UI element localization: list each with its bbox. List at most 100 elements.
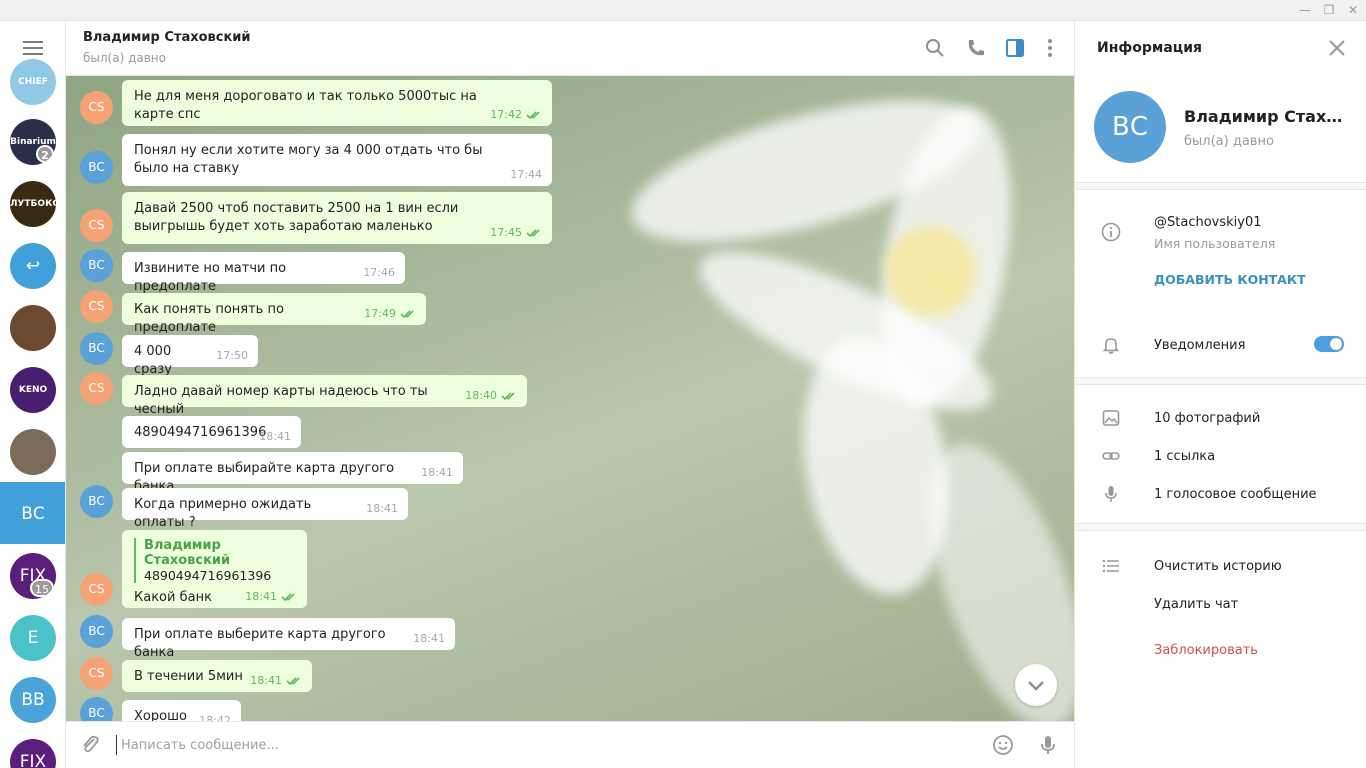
message-avatar[interactable]: ВС bbox=[80, 249, 113, 282]
message-input[interactable] bbox=[116, 735, 976, 755]
profile-name: Владимир Стаховский bbox=[1184, 107, 1349, 126]
links-link[interactable]: 1 ссылка bbox=[1154, 449, 1215, 464]
menu-icon[interactable] bbox=[23, 41, 43, 55]
chat-list-item-label: ↩ bbox=[25, 256, 41, 276]
message-avatar[interactable]: ВС bbox=[80, 332, 113, 365]
message-row: 4890494716961396 18:41 bbox=[66, 416, 1066, 448]
message-bubble[interactable]: При оплате выбирайте карта другого банка… bbox=[122, 452, 463, 494]
message-text: В течении 5мин bbox=[134, 669, 243, 684]
chat-list-item[interactable]: ЛУТБОКС bbox=[10, 181, 56, 227]
message-bubble[interactable]: Давай 2500 чтоб поставить 2500 на 1 вин … bbox=[122, 192, 552, 244]
chat-list-item[interactable]: E bbox=[10, 615, 56, 661]
message-avatar[interactable]: CS bbox=[80, 573, 113, 606]
maximize-button[interactable]: ❐ bbox=[1320, 3, 1338, 17]
message-bubble[interactable]: Не для меня дороговато и так только 5000… bbox=[122, 80, 552, 126]
message-avatar[interactable]: CS bbox=[80, 209, 113, 242]
close-icon[interactable] bbox=[1328, 39, 1346, 57]
message-row: CS Владимир Стаховский 4890494716961396 Как… bbox=[66, 530, 1066, 608]
chat-list-item[interactable] bbox=[10, 305, 56, 351]
microphone-icon[interactable] bbox=[1036, 733, 1060, 757]
message-avatar[interactable]: CS bbox=[80, 657, 113, 690]
sidebar-toggle-icon[interactable] bbox=[1003, 36, 1027, 60]
username-value[interactable]: @Stachovskiy01 bbox=[1154, 215, 1262, 230]
message-row: CS Ладно давай номер карты надеюсь что ты… bbox=[66, 372, 1066, 417]
read-checks-icon bbox=[400, 310, 414, 319]
message-text: 4890494716961396 bbox=[134, 425, 267, 440]
voice-icon bbox=[1105, 486, 1117, 502]
message-avatar[interactable]: ВС bbox=[80, 485, 113, 518]
attach-icon[interactable] bbox=[78, 733, 102, 757]
message-time: 18:42 bbox=[199, 714, 231, 721]
scroll-down-button[interactable] bbox=[1015, 664, 1057, 706]
message-row: CS Давай 2500 чтоб поставить 2500 на 1 ви… bbox=[66, 192, 1066, 244]
read-checks-icon bbox=[286, 677, 300, 686]
delete-chat-button[interactable]: Удалить чат bbox=[1154, 597, 1238, 612]
message-bubble[interactable]: Когда примерно ожидать оплаты ? 18:41 bbox=[122, 488, 408, 530]
message-time: 18:41 bbox=[413, 632, 445, 645]
message-bubble[interactable]: Как понять понять по предоплате 17:49 bbox=[122, 293, 426, 335]
message-avatar[interactable]: ВС bbox=[80, 151, 113, 184]
message-bubble[interactable]: Понял ну если хотите могу за 4 000 отдат… bbox=[122, 134, 552, 186]
message-text: Какой банк bbox=[134, 590, 212, 605]
emoji-icon[interactable] bbox=[991, 733, 1015, 757]
unread-badge: 15 bbox=[30, 579, 54, 597]
info-panel: Информация ВС Владимир Стаховский был(а)… bbox=[1074, 21, 1366, 768]
message-bubble[interactable]: 4890494716961396 18:41 bbox=[122, 416, 301, 448]
username-label: Имя пользователя bbox=[1154, 236, 1276, 251]
chat-list-item[interactable]: ↩ bbox=[10, 243, 56, 289]
chat-list-item-label: ВС bbox=[21, 504, 45, 524]
message-avatar[interactable]: ВС bbox=[80, 697, 113, 721]
message-bubble[interactable]: 4 000 сразу 17:50 bbox=[122, 335, 258, 377]
message-time: 18:41 bbox=[259, 430, 291, 443]
phone-icon[interactable] bbox=[964, 36, 988, 60]
message-text: 4 000 сразу bbox=[134, 344, 172, 377]
more-options-icon[interactable] bbox=[1038, 36, 1062, 60]
notifications-toggle[interactable] bbox=[1314, 336, 1344, 352]
close-window-button[interactable]: ✕ bbox=[1344, 3, 1362, 17]
message-bubble[interactable]: Владимир Стаховский 4890494716961396 Какой… bbox=[122, 530, 307, 608]
profile-avatar[interactable]: ВС bbox=[1094, 91, 1166, 163]
chat-list-item[interactable]: BB bbox=[10, 677, 56, 723]
block-button[interactable]: Заблокировать bbox=[1154, 643, 1258, 658]
message-avatar[interactable]: CS bbox=[80, 372, 113, 405]
chat-list-item[interactable]: FIX bbox=[10, 739, 56, 768]
message-text: Давай 2500 чтоб поставить 2500 на 1 вин … bbox=[134, 201, 459, 234]
message-row: CS Не для меня дороговато и так только 50… bbox=[66, 80, 1066, 126]
message-time: 17:45 bbox=[490, 226, 522, 239]
search-icon[interactable] bbox=[923, 36, 947, 60]
chat-list-item[interactable]: FIX 15 bbox=[10, 553, 56, 599]
message-text: Как понять понять по предоплате bbox=[134, 302, 284, 335]
clear-history-button[interactable]: Очистить историю bbox=[1154, 559, 1282, 574]
message-time: 18:41 bbox=[366, 502, 398, 515]
add-contact-button[interactable]: ДОБАВИТЬ КОНТАКТ bbox=[1154, 272, 1306, 287]
chat-list-item-label: ЛУТБОКС bbox=[10, 199, 56, 209]
message-avatar[interactable]: ВС bbox=[80, 615, 113, 648]
photos-link[interactable]: 10 фотографий bbox=[1154, 411, 1260, 426]
chat-list-item[interactable]: ВС bbox=[10, 491, 56, 537]
chat-title[interactable]: Владимир Стаховский bbox=[83, 30, 251, 45]
message-row: ВС 4 000 сразу 17:50 bbox=[66, 332, 1066, 377]
message-row: CS Как понять понять по предоплате 17:49 bbox=[66, 290, 1066, 335]
chat-list-item[interactable] bbox=[10, 429, 56, 475]
message-row: CS В течении 5мин 18:41 bbox=[66, 657, 1066, 692]
message-avatar[interactable]: CS bbox=[80, 290, 113, 323]
message-text: При оплате выберите карта другого банка bbox=[134, 627, 386, 660]
voice-messages-link[interactable]: 1 голосовое сообщение bbox=[1154, 487, 1317, 502]
message-time: 18:40 bbox=[465, 389, 497, 402]
read-checks-icon bbox=[526, 229, 540, 238]
info-title: Информация bbox=[1097, 40, 1202, 56]
chat-list-item[interactable]: KENO bbox=[10, 367, 56, 413]
message-avatar[interactable]: CS bbox=[80, 91, 113, 124]
chat-status: был(а) давно bbox=[83, 51, 166, 65]
message-bubble[interactable]: В течении 5мин 18:41 bbox=[122, 660, 312, 692]
chat-list-item[interactable]: Binarium 2 bbox=[10, 119, 56, 165]
message-bubble[interactable]: Хорошо 18:42 bbox=[122, 700, 241, 721]
message-time: 17:49 bbox=[364, 307, 396, 320]
minimize-button[interactable]: — bbox=[1296, 3, 1314, 17]
message-bubble[interactable]: Ладно давай номер карты надеюсь что ты ч… bbox=[122, 375, 527, 417]
reply-quote[interactable]: Владимир Стаховский 4890494716961396 bbox=[134, 538, 271, 583]
message-text: Извините но матчи по предоплате bbox=[134, 261, 287, 294]
message-bubble[interactable]: Извините но матчи по предоплате 17:46 bbox=[122, 252, 405, 294]
message-bubble[interactable]: При оплате выберите карта другого банка 1… bbox=[122, 618, 455, 660]
chat-list-item[interactable]: CHIEF bbox=[10, 59, 56, 105]
